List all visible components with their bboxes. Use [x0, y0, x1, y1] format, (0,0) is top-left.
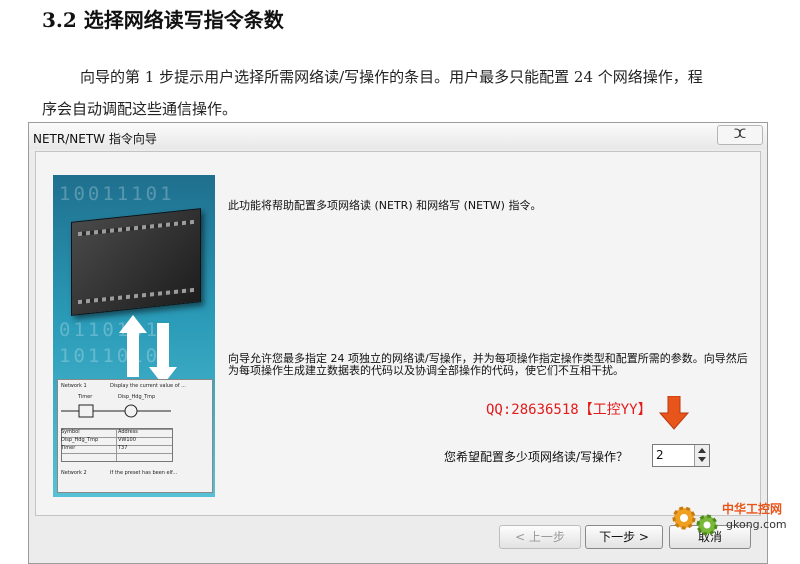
close-icon: ⵋ [733, 127, 747, 142]
dialog-title: NETR/NETW 指令向导 [33, 132, 157, 146]
ladder-comment-1: Display the current value of ... [110, 383, 186, 389]
gear-icon-2 [696, 514, 718, 536]
logo-name: 中华工控网 [722, 502, 783, 516]
symbol-cell-1: Disp_Hdg_Tmp [61, 437, 99, 443]
wizard-dialog: NETR/NETW 指令向导 ⵋ 10011101 0110101 101101… [28, 122, 768, 564]
operation-count-label: 您希望配置多少项网络读/写操作？ [444, 450, 629, 464]
ladder-network-1: Network 1 [61, 383, 87, 389]
spin-up-icon[interactable] [698, 448, 706, 453]
binary-text-1: 10011101 [59, 183, 175, 205]
qq-watermark: QQ:28636518【工控YY】 [486, 402, 652, 418]
section-heading: 3.2 选择网络读写指令条数 [42, 8, 284, 32]
ladder-diagram: Network 1 Display the current value of .… [57, 379, 213, 493]
wizard-illustration: 10011101 0110101 1011010 Network 1 Displ… [53, 175, 215, 497]
spinner-buttons[interactable] [694, 445, 709, 466]
body-paragraph-line-2: 序会自动调配这些通信操作。 [42, 100, 238, 118]
plc-device-icon [71, 208, 201, 316]
operation-count-spinner[interactable]: 2 [652, 444, 710, 467]
intro-text: 此功能将帮助配置多项网络读 (NETR) 和网络写 (NETW) 指令。 [228, 199, 542, 212]
down-arrow-icon [659, 396, 689, 430]
operation-count-value[interactable]: 2 [656, 448, 664, 462]
next-button[interactable]: 下一步 > [585, 525, 663, 549]
up-down-arrows-icon [119, 315, 177, 385]
prev-button[interactable]: < 上一步 [499, 525, 581, 549]
logo-domain: gkong.com [726, 518, 787, 531]
gkong-logo: 中华工控网 gkong.com [670, 498, 796, 546]
ladder-comment-2: If the preset has been elf... [110, 470, 178, 476]
description-text: 向导允许您最多指定 24 项独立的网络读/写操作，并为每项操作指定操作类型和配置… [228, 352, 748, 377]
ladder-rung-icon [61, 404, 171, 418]
symbol-header: Symbol [61, 429, 80, 435]
ladder-network-2: Network 2 [61, 470, 87, 476]
address-header: Address [118, 429, 138, 435]
ladder-coil-label: Disp_Hdg_Tmp [118, 394, 156, 400]
dialog-titlebar: NETR/NETW 指令向导 ⵋ [29, 123, 767, 149]
ladder-contact-label: Timer [78, 394, 93, 400]
spin-down-icon[interactable] [698, 457, 706, 462]
close-button[interactable]: ⵋ [717, 125, 763, 145]
wizard-panel: 10011101 0110101 1011010 Network 1 Displ… [35, 151, 761, 516]
address-cell-2: T37 [118, 445, 128, 451]
address-cell-1: VW100 [118, 437, 136, 443]
symbol-cell-2: Timer [61, 445, 76, 451]
body-paragraph-line-1: 向导的第 1 步提示用户选择所需网络读/写操作的条目。用户最多只能配置 24 个… [80, 68, 703, 86]
